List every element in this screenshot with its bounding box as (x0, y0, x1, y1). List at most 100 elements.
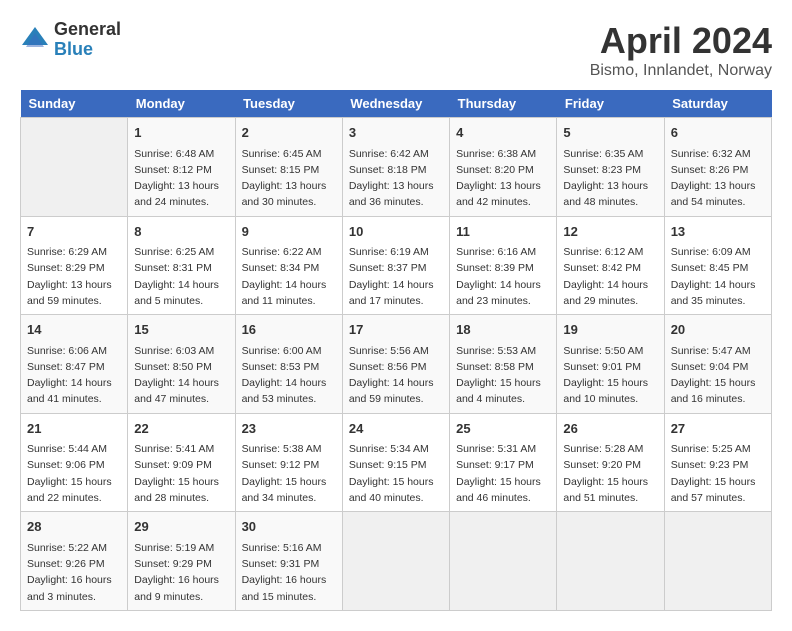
calendar-cell (450, 512, 557, 611)
day-number: 30 (242, 517, 336, 537)
day-info: Sunrise: 6:12 AMSunset: 8:42 PMDaylight:… (563, 244, 657, 309)
calendar-cell: 8Sunrise: 6:25 AMSunset: 8:31 PMDaylight… (128, 216, 235, 315)
calendar-cell: 16Sunrise: 6:00 AMSunset: 8:53 PMDayligh… (235, 315, 342, 414)
day-info: Sunrise: 5:16 AMSunset: 9:31 PMDaylight:… (242, 540, 336, 605)
day-number: 7 (27, 222, 121, 242)
logo-line2: Blue (54, 40, 121, 60)
day-info: Sunrise: 6:03 AMSunset: 8:50 PMDaylight:… (134, 343, 228, 408)
calendar-cell: 10Sunrise: 6:19 AMSunset: 8:37 PMDayligh… (342, 216, 449, 315)
day-number: 10 (349, 222, 443, 242)
day-info: Sunrise: 6:09 AMSunset: 8:45 PMDaylight:… (671, 244, 765, 309)
calendar-cell (664, 512, 771, 611)
day-info: Sunrise: 6:42 AMSunset: 8:18 PMDaylight:… (349, 146, 443, 211)
month-title: April 2024 (590, 20, 772, 62)
calendar-week-row: 14 Sunrise: 6:06 AMSunset: 8:47 PMDayligh… (21, 315, 772, 414)
logo-text: General Blue (54, 20, 121, 60)
day-number: 27 (671, 419, 765, 439)
calendar-cell: 29 Sunrise: 5:19 AMSunset: 9:29 PMDayligh… (128, 512, 235, 611)
day-info: Sunrise: 6:25 AMSunset: 8:31 PMDaylight:… (134, 244, 228, 309)
calendar-cell: 25Sunrise: 5:31 AMSunset: 9:17 PMDayligh… (450, 413, 557, 512)
day-number: 21 (27, 419, 121, 439)
day-number: 22 (134, 419, 228, 439)
day-number: 29 (134, 517, 228, 537)
day-number: 15 (134, 320, 228, 340)
logo: General Blue (20, 20, 121, 60)
day-number: 8 (134, 222, 228, 242)
day-info: Sunrise: 5:25 AMSunset: 9:23 PMDaylight:… (671, 441, 765, 506)
day-of-week-header: Monday (128, 90, 235, 118)
calendar-cell: 30 Sunrise: 5:16 AMSunset: 9:31 PMDayligh… (235, 512, 342, 611)
day-info: Sunrise: 5:41 AMSunset: 9:09 PMDaylight:… (134, 441, 228, 506)
day-info: Sunrise: 6:06 AMSunset: 8:47 PMDaylight:… (27, 343, 121, 408)
calendar-week-row: 1Sunrise: 6:48 AMSunset: 8:12 PMDaylight… (21, 118, 772, 217)
calendar-cell: 3 Sunrise: 6:42 AMSunset: 8:18 PMDaylight… (342, 118, 449, 217)
day-of-week-header: Wednesday (342, 90, 449, 118)
day-info: Sunrise: 5:50 AMSunset: 9:01 PMDaylight:… (563, 343, 657, 408)
calendar-week-row: 21Sunrise: 5:44 AMSunset: 9:06 PMDayligh… (21, 413, 772, 512)
day-number: 17 (349, 320, 443, 340)
calendar-cell: 4 Sunrise: 6:38 AMSunset: 8:20 PMDaylight… (450, 118, 557, 217)
day-info: Sunrise: 5:38 AMSunset: 9:12 PMDaylight:… (242, 441, 336, 506)
day-info: Sunrise: 6:22 AMSunset: 8:34 PMDaylight:… (242, 244, 336, 309)
day-number: 25 (456, 419, 550, 439)
day-info: Sunrise: 6:29 AMSunset: 8:29 PMDaylight:… (27, 244, 121, 309)
day-number: 12 (563, 222, 657, 242)
calendar-week-row: 28 Sunrise: 5:22 AMSunset: 9:26 PMDayligh… (21, 512, 772, 611)
day-number: 14 (27, 320, 121, 340)
day-info: Sunrise: 5:34 AMSunset: 9:15 PMDaylight:… (349, 441, 443, 506)
day-of-week-header: Thursday (450, 90, 557, 118)
day-info: Sunrise: 6:35 AMSunset: 8:23 PMDaylight:… (563, 146, 657, 211)
day-of-week-header: Sunday (21, 90, 128, 118)
day-info: Sunrise: 6:32 AMSunset: 8:26 PMDaylight:… (671, 146, 765, 211)
calendar-cell: 17Sunrise: 5:56 AMSunset: 8:56 PMDayligh… (342, 315, 449, 414)
calendar-cell: 18 Sunrise: 5:53 AMSunset: 8:58 PMDayligh… (450, 315, 557, 414)
calendar-cell: 1Sunrise: 6:48 AMSunset: 8:12 PMDaylight… (128, 118, 235, 217)
calendar-cell: 15 Sunrise: 6:03 AMSunset: 8:50 PMDayligh… (128, 315, 235, 414)
calendar-cell: 7Sunrise: 6:29 AMSunset: 8:29 PMDaylight… (21, 216, 128, 315)
day-number: 9 (242, 222, 336, 242)
calendar-cell: 27Sunrise: 5:25 AMSunset: 9:23 PMDayligh… (664, 413, 771, 512)
day-number: 18 (456, 320, 550, 340)
day-info: Sunrise: 6:19 AMSunset: 8:37 PMDaylight:… (349, 244, 443, 309)
page-header: General Blue April 2024 Bismo, Innlandet… (20, 20, 772, 80)
day-info: Sunrise: 6:16 AMSunset: 8:39 PMDaylight:… (456, 244, 550, 309)
calendar-cell: 13Sunrise: 6:09 AMSunset: 8:45 PMDayligh… (664, 216, 771, 315)
calendar-cell: 9Sunrise: 6:22 AMSunset: 8:34 PMDaylight… (235, 216, 342, 315)
day-info: Sunrise: 6:38 AMSunset: 8:20 PMDaylight:… (456, 146, 550, 211)
calendar-cell: 20Sunrise: 5:47 AMSunset: 9:04 PMDayligh… (664, 315, 771, 414)
calendar-cell: 23Sunrise: 5:38 AMSunset: 9:12 PMDayligh… (235, 413, 342, 512)
day-info: Sunrise: 5:28 AMSunset: 9:20 PMDaylight:… (563, 441, 657, 506)
calendar-week-row: 7Sunrise: 6:29 AMSunset: 8:29 PMDaylight… (21, 216, 772, 315)
calendar-table: SundayMondayTuesdayWednesdayThursdayFrid… (20, 90, 772, 611)
calendar-cell: 14 Sunrise: 6:06 AMSunset: 8:47 PMDayligh… (21, 315, 128, 414)
logo-icon (20, 25, 50, 55)
calendar-cell: 6Sunrise: 6:32 AMSunset: 8:26 PMDaylight… (664, 118, 771, 217)
day-number: 13 (671, 222, 765, 242)
day-number: 23 (242, 419, 336, 439)
day-number: 5 (563, 123, 657, 143)
day-number: 1 (134, 123, 228, 143)
title-block: April 2024 Bismo, Innlandet, Norway (590, 20, 772, 80)
day-info: Sunrise: 5:31 AMSunset: 9:17 PMDaylight:… (456, 441, 550, 506)
calendar-cell: 2Sunrise: 6:45 AMSunset: 8:15 PMDaylight… (235, 118, 342, 217)
calendar-cell: 22Sunrise: 5:41 AMSunset: 9:09 PMDayligh… (128, 413, 235, 512)
day-number: 3 (349, 123, 443, 143)
calendar-cell: 24Sunrise: 5:34 AMSunset: 9:15 PMDayligh… (342, 413, 449, 512)
day-number: 4 (456, 123, 550, 143)
day-info: Sunrise: 6:00 AMSunset: 8:53 PMDaylight:… (242, 343, 336, 408)
day-number: 26 (563, 419, 657, 439)
calendar-cell: 5 Sunrise: 6:35 AMSunset: 8:23 PMDaylight… (557, 118, 664, 217)
day-info: Sunrise: 5:22 AMSunset: 9:26 PMDaylight:… (27, 540, 121, 605)
calendar-cell: 11Sunrise: 6:16 AMSunset: 8:39 PMDayligh… (450, 216, 557, 315)
day-of-week-header: Friday (557, 90, 664, 118)
calendar-cell: 26Sunrise: 5:28 AMSunset: 9:20 PMDayligh… (557, 413, 664, 512)
day-number: 28 (27, 517, 121, 537)
day-info: Sunrise: 5:19 AMSunset: 9:29 PMDaylight:… (134, 540, 228, 605)
day-info: Sunrise: 6:45 AMSunset: 8:15 PMDaylight:… (242, 146, 336, 211)
calendar-cell: 21Sunrise: 5:44 AMSunset: 9:06 PMDayligh… (21, 413, 128, 512)
day-number: 11 (456, 222, 550, 242)
day-of-week-header: Saturday (664, 90, 771, 118)
calendar-cell (21, 118, 128, 217)
day-info: Sunrise: 5:47 AMSunset: 9:04 PMDaylight:… (671, 343, 765, 408)
day-info: Sunrise: 5:53 AMSunset: 8:58 PMDaylight:… (456, 343, 550, 408)
